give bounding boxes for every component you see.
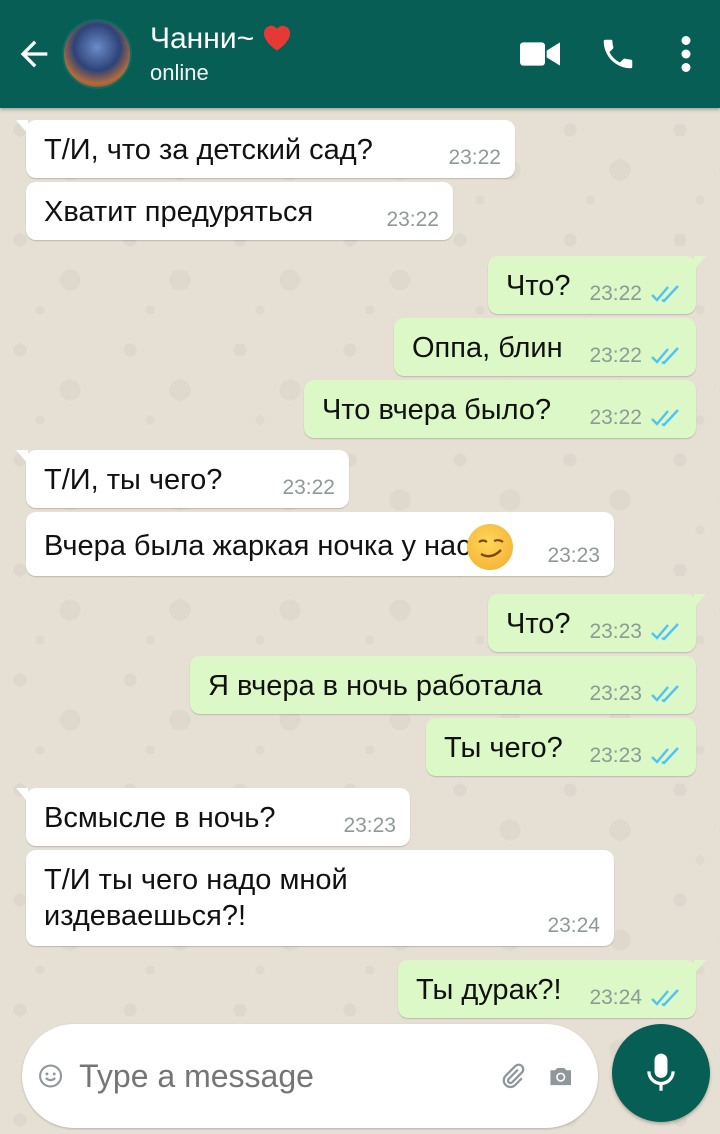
message-bubble-outgoing[interactable]: Что вчера было? 23:22 [304, 380, 696, 438]
message-time: 23:24 [589, 986, 642, 1009]
double-check-icon [651, 685, 679, 703]
message-meta: 23:23 [589, 620, 682, 644]
voice-message-button[interactable] [612, 1024, 710, 1122]
contact-name: Чанни~ [150, 20, 510, 58]
double-check-icon [651, 989, 679, 1007]
message-meta: 23:22 [589, 282, 682, 306]
message-meta: 23:23 [589, 682, 682, 706]
message-bubble-incoming[interactable]: Хватит предуряться 23:22 [26, 182, 453, 240]
message-input[interactable] [79, 1057, 500, 1095]
message-meta: 23:22 [448, 146, 501, 170]
message-text: Что вчера было? [322, 394, 552, 426]
double-check-icon [651, 347, 679, 365]
message-composer [22, 1024, 598, 1128]
message-bubble-outgoing[interactable]: Оппа, блин 23:22 [394, 318, 696, 376]
message-time: 23:22 [589, 344, 642, 367]
message-bubble-outgoing[interactable]: Что? 23:22 [488, 256, 706, 314]
voice-call-button[interactable] [588, 0, 648, 108]
back-button[interactable] [6, 0, 62, 108]
paperclip-icon[interactable] [499, 1052, 526, 1100]
message-text: Т/И, ты чего? [44, 464, 223, 496]
message-time: 23:22 [282, 476, 335, 499]
contact-info[interactable]: Чанни~ online [150, 20, 510, 88]
video-call-button[interactable] [510, 0, 570, 108]
more-vertical-icon [681, 36, 691, 72]
double-check-icon [651, 623, 679, 641]
message-meta: 23:23 [547, 544, 600, 568]
message-meta: 23:22 [589, 344, 682, 368]
message-text: Хватит предуряться [44, 196, 314, 228]
message-text: Оппа, блин [412, 332, 563, 364]
message-bubble-incoming[interactable]: Всмысле в ночь? 23:23 [16, 788, 410, 846]
message-bubble-outgoing[interactable]: Ты чего? 23:23 [426, 718, 696, 776]
message-meta: 23:24 [547, 914, 600, 938]
message-meta: 23:23 [343, 814, 396, 838]
camera-icon[interactable] [547, 1052, 574, 1100]
double-check-icon [651, 409, 679, 427]
avatar[interactable] [62, 19, 132, 89]
message-meta: 23:22 [589, 406, 682, 430]
double-check-icon [651, 285, 679, 303]
message-meta: 23:22 [386, 208, 439, 232]
phone-icon [603, 39, 633, 69]
message-bubble-incoming[interactable]: Вчера была жаркая ночка у нас 23:23 [26, 512, 614, 576]
message-bubble-incoming[interactable]: Т/И ты чего надо мной издеваешься?! 23:2… [26, 850, 614, 946]
message-bubble-outgoing[interactable]: Ты дурак?! 23:24 [398, 960, 706, 1018]
message-text: Я вчера в ночь работала [208, 670, 543, 702]
message-bubble-outgoing[interactable]: Я вчера в ночь работала 23:23 [190, 656, 696, 714]
double-check-icon [651, 747, 679, 765]
message-time: 23:22 [448, 146, 501, 169]
message-text: Т/И ты чего надо мной издеваешься?! [44, 864, 348, 932]
smirking-face-icon [466, 524, 513, 570]
message-time: 23:23 [343, 814, 396, 837]
contact-status: online [150, 60, 209, 85]
message-time: 23:23 [589, 620, 642, 643]
microphone-icon [647, 1053, 675, 1091]
message-time: 23:23 [589, 682, 642, 705]
message-bubble-outgoing[interactable]: Что? 23:23 [488, 594, 706, 652]
message-text: Всмысле в ночь? [44, 802, 276, 834]
message-time: 23:22 [386, 208, 439, 231]
message-text: Что? [506, 270, 571, 302]
message-text: Вчера была жаркая ночка у нас [44, 529, 471, 562]
video-camera-icon [520, 42, 560, 66]
message-time: 23:23 [589, 744, 642, 767]
message-list[interactable]: Т/И, что за детский сад? 23:22 Хватит пр… [0, 108, 720, 1018]
message-bubble-incoming[interactable]: Т/И, ты чего? 23:22 [16, 450, 349, 508]
message-text: Т/И, что за детский сад? [44, 134, 373, 166]
message-text: Ты дурак?! [416, 974, 562, 1006]
message-meta: 23:23 [589, 744, 682, 768]
more-options-button[interactable] [666, 0, 706, 108]
emoji-icon[interactable] [38, 1054, 63, 1098]
message-time: 23:22 [589, 282, 642, 305]
message-time: 23:23 [547, 544, 600, 567]
heart-icon [263, 25, 290, 51]
chat-header: Чанни~ online [0, 0, 720, 108]
message-meta: 23:22 [282, 476, 335, 500]
message-time: 23:24 [547, 914, 600, 937]
message-time: 23:22 [589, 406, 642, 429]
arrow-left-icon [20, 40, 48, 68]
message-text: Что? [506, 608, 571, 640]
message-bubble-incoming[interactable]: Т/И, что за детский сад? 23:22 [16, 120, 515, 178]
message-meta: 23:24 [589, 986, 682, 1010]
message-text: Ты чего? [444, 732, 563, 764]
